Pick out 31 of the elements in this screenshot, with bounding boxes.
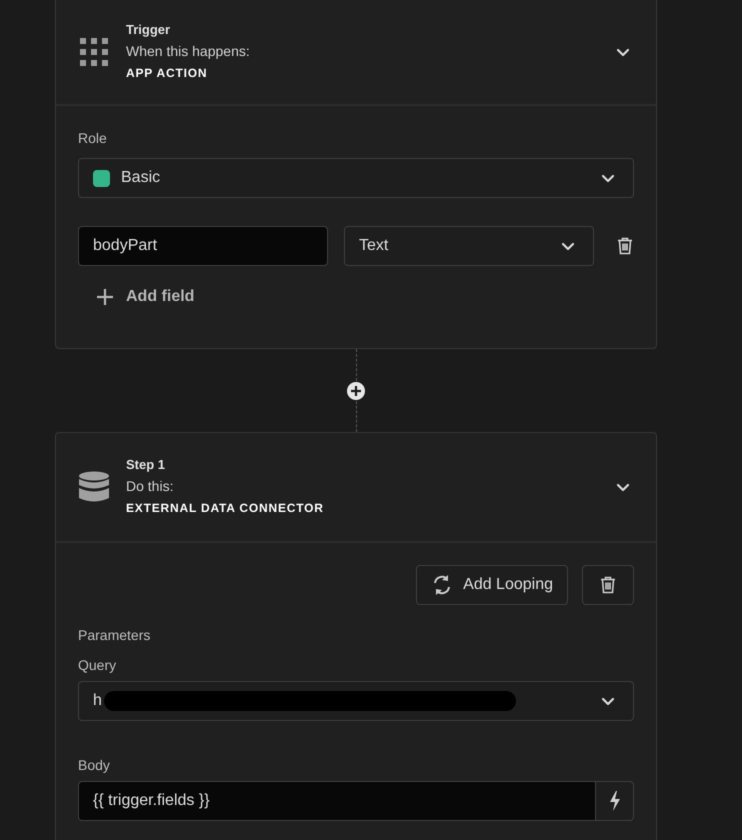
add-looping-button[interactable]: Add Looping (416, 565, 568, 605)
chevron-icon (561, 240, 575, 252)
database-icon (78, 471, 110, 503)
trash-icon (599, 575, 617, 595)
card-subtitle: When this happens: (126, 42, 251, 61)
grid-icon (78, 36, 110, 68)
card-title: Trigger (126, 21, 172, 39)
field-name-input[interactable]: bodyPart (78, 226, 328, 266)
chevron-icon (601, 172, 615, 184)
add-step-icon[interactable] (346, 380, 366, 400)
delete-button[interactable] (616, 236, 634, 256)
field-label: Body (78, 756, 111, 775)
plus-icon (96, 288, 114, 306)
query-select[interactable]: h (78, 681, 634, 721)
chevron-icon[interactable] (616, 46, 630, 58)
card-subtitle: Do this: (126, 477, 174, 496)
body-value-input[interactable]: {{ trigger.fields }} (78, 781, 595, 821)
type-select[interactable]: Text (344, 226, 594, 266)
action-name: EXTERNAL DATA CONNECTOR (126, 500, 325, 517)
card-title: Step 1 (126, 456, 166, 474)
action-name: APP ACTION (126, 65, 208, 82)
field-label: Query (78, 656, 118, 675)
bolt-icon (608, 791, 620, 811)
add-field-button[interactable]: Add field (96, 288, 194, 306)
chevron-icon[interactable] (616, 481, 630, 493)
delete-button[interactable] (582, 565, 634, 605)
chevron-icon (601, 695, 615, 707)
role-select[interactable]: Basic (78, 158, 634, 198)
field-label: Role (78, 129, 108, 148)
section-label: Parameters (78, 626, 152, 645)
bolt-button[interactable] (595, 781, 634, 821)
